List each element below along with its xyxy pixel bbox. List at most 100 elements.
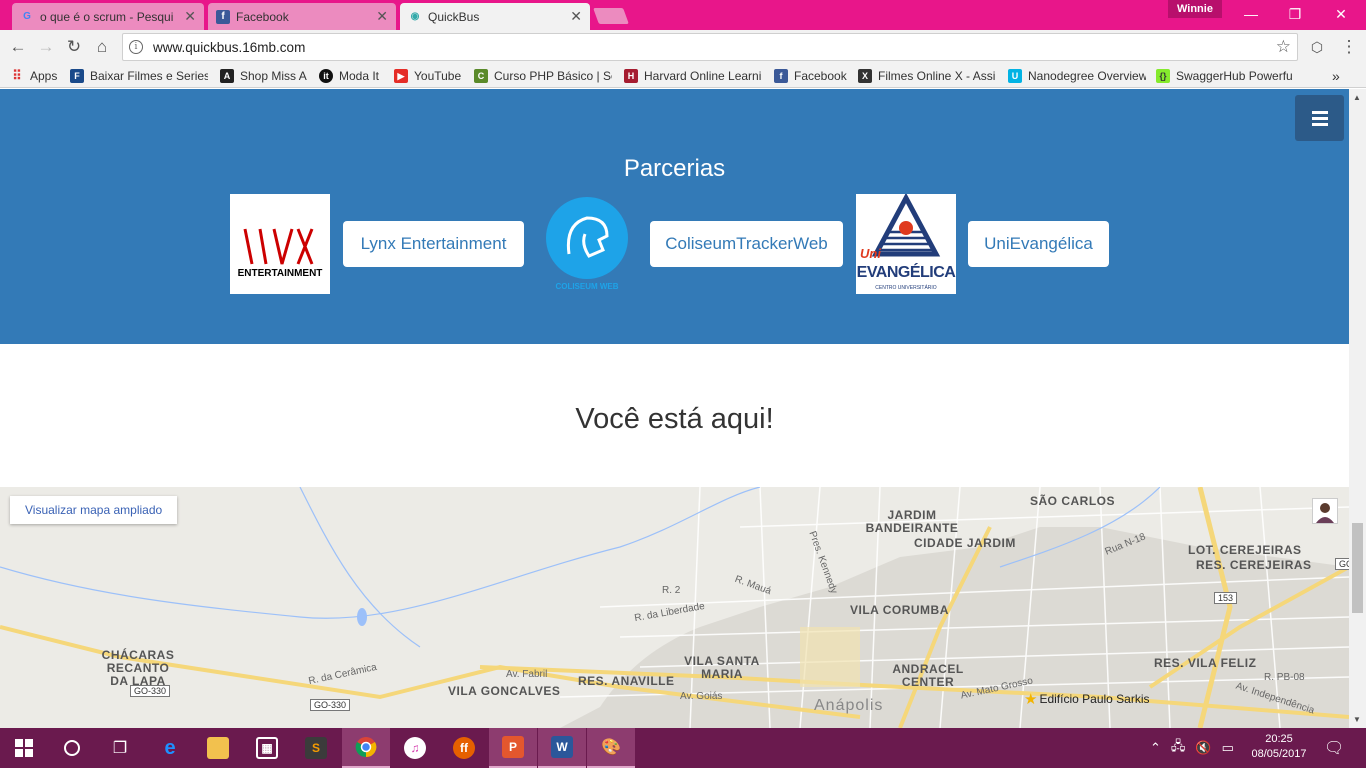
bookmark-item[interactable]: it Moda It — [319, 67, 387, 85]
taskbar-app-explorer[interactable] — [194, 728, 242, 768]
taskbar-app-podcast[interactable]: P — [489, 728, 537, 768]
itunes-icon: ♫ — [404, 737, 426, 759]
clock[interactable]: 20:25 08/05/2017 — [1244, 732, 1314, 762]
minimize-icon[interactable]: — — [1228, 0, 1274, 28]
map-label: VILA SANTA MARIA — [684, 654, 760, 681]
udacity-icon: U — [1008, 69, 1022, 83]
street-label: Av. Goiás — [680, 691, 723, 702]
close-icon[interactable]: ✕ — [376, 8, 388, 25]
taskbar-app-word[interactable]: W — [538, 728, 586, 768]
p-app-icon: P — [502, 736, 524, 758]
bookmark-apps[interactable]: ⠿ Apps — [10, 67, 62, 85]
taskbar-app-itunes[interactable]: ♫ — [391, 728, 439, 768]
logo-text: CENTRO UNIVERSITÁRIO — [875, 285, 937, 291]
task-view-button[interactable]: ❐ — [96, 728, 144, 768]
logo-text: EVANGÉLICA — [856, 264, 956, 281]
star-marker-icon: ★ — [1024, 691, 1038, 708]
taskbar-app-chrome[interactable] — [342, 728, 390, 768]
tab-title: Facebook — [236, 9, 289, 24]
chevron-up-icon[interactable]: ⌃ — [1150, 740, 1161, 756]
scroll-down-icon[interactable]: ▼ — [1353, 715, 1361, 724]
bookmark-item[interactable]: X Filmes Online X - Assi — [858, 67, 996, 85]
facebook-icon: f — [216, 9, 230, 24]
battery-icon[interactable]: ▭ — [1222, 740, 1234, 756]
youtube-icon: ▶ — [394, 69, 408, 83]
reload-icon[interactable]: ↻ — [62, 35, 86, 59]
bookmark-item[interactable]: U Nanodegree Overview — [1008, 67, 1146, 85]
taskbar-app-sublime[interactable]: S — [292, 728, 340, 768]
tab-quickbus[interactable]: ◉ QuickBus ✕ — [400, 3, 590, 30]
windows-logo-icon — [15, 739, 33, 757]
new-tab-button[interactable] — [593, 8, 629, 24]
scroll-up-icon[interactable]: ▲ — [1353, 93, 1361, 102]
partners-section: Parcerias ENTERTAINMENT Lynx Entertainme… — [0, 89, 1349, 344]
page-scrollbar[interactable]: ▲ ▼ — [1349, 89, 1366, 728]
task-view-icon: ❐ — [112, 740, 128, 757]
back-icon[interactable]: ← — [6, 35, 30, 59]
volume-muted-icon[interactable]: 🔇 — [1195, 740, 1211, 756]
close-icon[interactable]: ✕ — [184, 8, 196, 25]
taskbar-app-paint[interactable]: 🎨 — [587, 728, 635, 768]
map-label: RES. CEREJEIRAS — [1196, 558, 1312, 572]
swagger-icon: {} — [1156, 69, 1170, 83]
tab-facebook[interactable]: f Facebook ✕ — [208, 3, 396, 30]
bookmark-label: Nanodegree Overview — [1028, 69, 1146, 83]
bookmark-item[interactable]: ▶ YouTube — [394, 67, 466, 85]
profile-button[interactable]: Winnie — [1168, 0, 1222, 18]
bookmark-item[interactable]: H Harvard Online Learni — [624, 67, 764, 85]
quickbus-icon: ◉ — [410, 11, 420, 22]
bookmark-label: Baixar Filmes e Series — [90, 69, 208, 83]
view-larger-map-button[interactable]: Visualizar mapa ampliado — [10, 496, 178, 524]
folder-icon — [207, 737, 229, 759]
close-icon[interactable]: ✕ — [570, 8, 582, 25]
menu-dots-icon[interactable]: ⋮ — [1337, 35, 1361, 59]
unievangelica-button[interactable]: UniEvangélica — [968, 221, 1109, 267]
restore-icon[interactable]: ❐ — [1272, 0, 1318, 28]
course-icon: C — [474, 69, 488, 83]
coliseum-tracker-button[interactable]: ColiseumTrackerWeb — [650, 221, 843, 267]
tab-google[interactable]: G o que é o scrum - Pesqui ✕ — [12, 3, 204, 30]
coliseum-logo: COLISEUM WEB — [545, 194, 645, 294]
street-label: R. PB-08 — [1264, 672, 1305, 683]
taskbar-app-edge[interactable]: e — [146, 728, 194, 768]
start-button[interactable] — [0, 728, 48, 768]
browser-toolbar: ← → ↻ ⌂ i www.quickbus.16mb.com ☆ ⬡ ⋮ — [0, 30, 1366, 64]
action-center-icon[interactable]: 🗨 — [1324, 728, 1344, 768]
extension-icon[interactable]: ⬡ — [1305, 35, 1329, 59]
forward-icon[interactable]: → — [34, 35, 58, 59]
cortana-button[interactable] — [48, 728, 96, 768]
embedded-map[interactable]: Visualizar mapa ampliado SÃO CARLOS JARD… — [0, 487, 1349, 728]
network-icon[interactable]: 🖧 — [1171, 737, 1186, 759]
logo-text: COLISEUM WEB — [555, 282, 619, 291]
map-marker[interactable]: ★ Edifício Paulo Sarkis — [1024, 690, 1150, 708]
more-bookmarks-button[interactable]: » — [1332, 67, 1340, 85]
x-icon: X — [858, 69, 872, 83]
map-label: JARDIM BANDEIRANTE — [865, 508, 959, 535]
bookmark-item[interactable]: F Baixar Filmes e Series — [70, 67, 208, 85]
highway-shield: 153 — [1214, 592, 1238, 604]
hamburger-menu-icon[interactable] — [1295, 95, 1344, 141]
bookmark-item[interactable]: {} SwaggerHub Powerfu — [1156, 67, 1296, 85]
google-icon: G — [23, 11, 31, 22]
close-window-icon[interactable]: ✕ — [1318, 0, 1364, 28]
store-icon: ▦ — [256, 737, 278, 759]
bookmarks-bar: ⠿ Apps F Baixar Filmes e Series A Shop M… — [0, 64, 1366, 88]
taskbar-app-store[interactable]: ▦ — [243, 728, 291, 768]
address-bar[interactable]: i www.quickbus.16mb.com ☆ — [122, 33, 1298, 61]
city-label: Anápolis — [814, 697, 884, 714]
info-icon[interactable]: i — [129, 40, 143, 54]
bookmark-item[interactable]: f Facebook — [774, 67, 850, 85]
taskbar-app-firefox[interactable]: ff — [440, 728, 488, 768]
lynx-entertainment-button[interactable]: Lynx Entertainment — [343, 221, 524, 267]
bookmark-star-icon[interactable]: ☆ — [1276, 37, 1291, 57]
firefox-icon: ff — [453, 737, 475, 759]
avatar[interactable] — [1312, 498, 1338, 524]
bookmark-item[interactable]: C Curso PHP Básico | Sc — [474, 67, 612, 85]
harvard-icon: H — [624, 69, 638, 83]
tab-title: QuickBus — [428, 9, 480, 24]
bookmark-label: Shop Miss A — [240, 69, 307, 83]
bookmark-label: Harvard Online Learni — [644, 69, 762, 83]
home-icon[interactable]: ⌂ — [90, 35, 114, 59]
scrollbar-thumb[interactable] — [1352, 523, 1363, 613]
bookmark-item[interactable]: A Shop Miss A — [220, 67, 312, 85]
